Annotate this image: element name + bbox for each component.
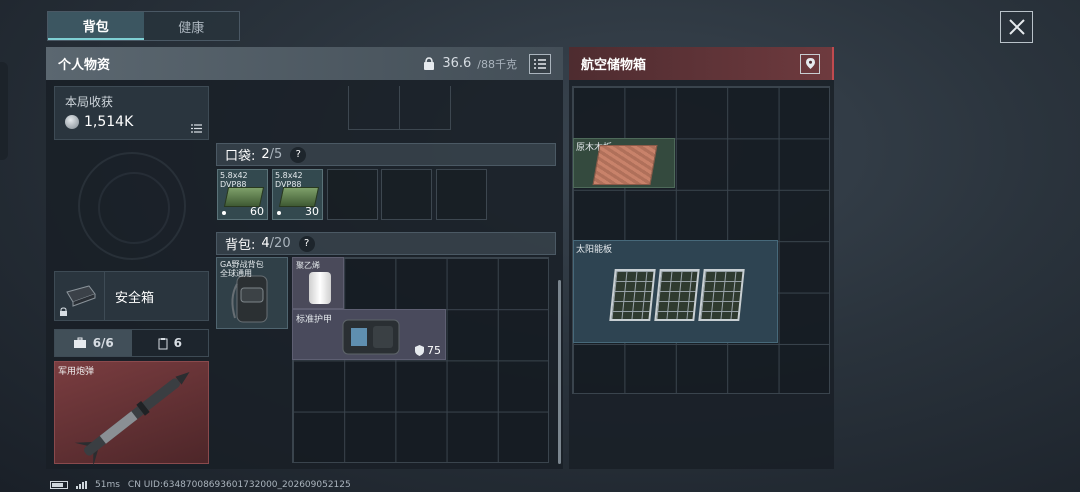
- ammo-dot: [277, 211, 281, 215]
- gear-slots-count: 6/6: [92, 336, 114, 350]
- battery-icon: [50, 481, 68, 489]
- pocket-item-ammo[interactable]: 5.8x42 DVP88 60: [217, 169, 268, 220]
- tab-health[interactable]: 健康: [144, 12, 240, 40]
- pocket-item-ammo[interactable]: 5.8x42 DVP88 30: [272, 169, 323, 220]
- close-button[interactable]: [1000, 11, 1033, 43]
- item-label: 标准护甲: [296, 315, 333, 325]
- safe-box-label: 安全箱: [115, 290, 155, 306]
- ammo-icon: [223, 187, 265, 207]
- personal-header: 个人物资 36.6/88千克: [46, 47, 563, 80]
- uid: CN UID:634870086936017320​00_20260905212…: [127, 480, 351, 490]
- tab-item-slots[interactable]: 6: [131, 330, 208, 356]
- edge-handle[interactable]: [0, 62, 8, 160]
- backpack-cap: /20: [269, 236, 291, 251]
- backpack-used: 4: [261, 236, 270, 251]
- wood-plank-icon: [592, 145, 658, 185]
- safe-box[interactable]: 安全箱: [54, 271, 209, 321]
- spool-icon: [309, 272, 331, 304]
- help-icon[interactable]: ?: [298, 235, 315, 252]
- chest-rig-grid: [348, 86, 451, 130]
- top-tabs: 背包 健康: [47, 11, 240, 41]
- session-harvest[interactable]: 本局收获 1,514K: [54, 86, 209, 140]
- backpack-header: 背包: 4/20 ?: [216, 232, 556, 255]
- item-military-shell[interactable]: 军用炮弹: [54, 361, 209, 467]
- close-icon: [1008, 19, 1025, 35]
- safe-box-icon: [65, 285, 96, 307]
- armor-durability: 75: [427, 344, 441, 357]
- safe-box-thumb: [55, 272, 105, 320]
- harvest-label: 本局收获: [65, 95, 114, 109]
- signal-icon: [76, 481, 87, 489]
- sort-button[interactable]: [529, 53, 551, 74]
- item-slots-count: 6: [173, 336, 182, 350]
- locate-button[interactable]: [800, 53, 820, 74]
- item-polyethylene[interactable]: 聚乙烯: [292, 257, 344, 309]
- faction-emblem: [78, 152, 186, 260]
- backpack-slot[interactable]: GA野战背包 全球通用: [216, 257, 288, 329]
- briefcase-icon: [73, 337, 86, 348]
- shield-icon: [415, 345, 424, 356]
- ping: 51ms: [95, 480, 120, 490]
- item-solar-panel[interactable]: 太阳能板: [573, 240, 778, 343]
- ammo-icon: [278, 187, 320, 207]
- status-bar: 51ms CN UID:634870086936017320​00_202609…: [50, 478, 351, 492]
- lock-icon: [60, 307, 67, 316]
- pocket-header: 口袋: 2/5 ?: [216, 143, 556, 166]
- missile-icon: [74, 372, 190, 467]
- solar-panel-icon: [609, 269, 745, 321]
- tab-backpack[interactable]: 背包: [48, 12, 144, 40]
- ammo-name: 5.8x42 DVP88: [220, 171, 248, 189]
- item-label: 军用炮弹: [58, 367, 95, 377]
- weight-max: /88千克: [477, 57, 517, 71]
- location-icon: [805, 58, 815, 69]
- pocket-cap: /5: [269, 147, 283, 162]
- pocket-slot-empty[interactable]: [381, 169, 432, 220]
- slot-tabs: 6/6 6: [54, 329, 209, 357]
- item-standard-armor[interactable]: 标准护甲 75: [292, 309, 446, 360]
- pocket-slot-empty[interactable]: [436, 169, 487, 220]
- item-wood-plank[interactable]: 原木木板: [573, 138, 675, 188]
- clipboard-icon: [158, 337, 168, 349]
- scrollbar[interactable]: [558, 280, 561, 464]
- backpack-label: 背包:: [225, 238, 256, 253]
- weight-current: 36.6: [442, 56, 472, 71]
- weight-indicator: 36.6/88千克: [422, 53, 551, 74]
- ammo-qty: 30: [305, 205, 319, 218]
- list-icon: [534, 58, 546, 69]
- weight-icon: [424, 56, 435, 70]
- airdrop-title: 航空储物箱: [581, 58, 647, 73]
- help-icon[interactable]: ?: [290, 146, 307, 163]
- ammo-dot: [222, 211, 226, 215]
- personal-title: 个人物资: [58, 58, 111, 73]
- pocket-used: 2: [261, 147, 270, 162]
- bag-name: GA野战背包 全球通用: [220, 260, 264, 278]
- item-label: 聚乙烯: [296, 261, 320, 270]
- coin-icon: [65, 115, 79, 129]
- harvest-value: 1,514K: [84, 114, 134, 130]
- pocket-label: 口袋:: [225, 149, 256, 164]
- list-icon: [191, 124, 202, 133]
- pocket-slot-empty[interactable]: [327, 169, 378, 220]
- tab-gear-slots[interactable]: 6/6: [55, 330, 132, 356]
- airdrop-header: 航空储物箱: [569, 47, 834, 80]
- ammo-qty: 60: [250, 205, 264, 218]
- item-label: 太阳能板: [576, 245, 613, 255]
- ammo-name: 5.8x42 DVP88: [275, 171, 303, 189]
